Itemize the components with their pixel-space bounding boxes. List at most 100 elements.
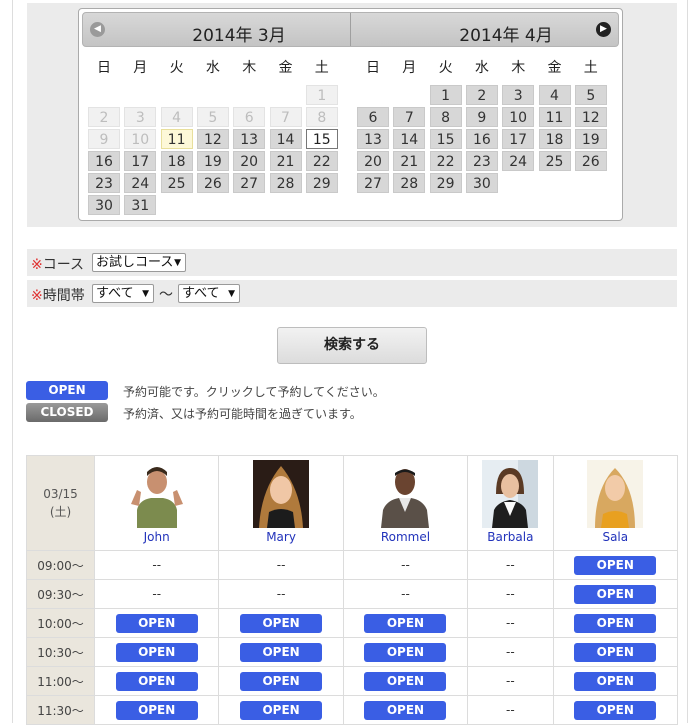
- open-slot-button-rommel[interactable]: OPEN: [364, 700, 447, 720]
- day-cell-april-29[interactable]: 29: [429, 173, 462, 193]
- day-cell-march-27[interactable]: 27: [233, 173, 266, 193]
- day-cell-april-28[interactable]: 28: [393, 173, 426, 193]
- day-cell-march-21[interactable]: 21: [269, 151, 302, 171]
- slot-cell: OPEN: [218, 637, 344, 667]
- staff-cell-barbala[interactable]: Barbala: [467, 455, 554, 551]
- day-cell-april-16[interactable]: 16: [465, 129, 498, 149]
- day-cell-april-30[interactable]: 30: [465, 173, 498, 193]
- open-slot-button-john[interactable]: OPEN: [115, 671, 198, 691]
- open-slot-button-rommel[interactable]: OPEN: [364, 613, 447, 633]
- day-cell-march-22[interactable]: 22: [305, 151, 338, 171]
- day-cell-april-23[interactable]: 23: [465, 151, 498, 171]
- slot-cell: OPEN: [93, 637, 220, 667]
- staff-photo-sala[interactable]: [587, 460, 644, 528]
- staff-photo-mary[interactable]: [253, 460, 310, 528]
- staff-cell-john[interactable]: John: [93, 455, 220, 551]
- day-cell-march-31[interactable]: 31: [124, 195, 157, 215]
- staff-name-sala[interactable]: Sala: [554, 530, 677, 544]
- day-cell-march-20[interactable]: 20: [233, 151, 266, 171]
- staff-name-barbala[interactable]: Barbala: [468, 530, 552, 544]
- unavailable-mark: --: [276, 587, 286, 601]
- day-cell-april-3[interactable]: 3: [502, 85, 535, 105]
- open-slot-button-rommel[interactable]: OPEN: [364, 642, 447, 662]
- open-slot-button-john[interactable]: OPEN: [115, 700, 198, 720]
- day-cell-april-18[interactable]: 18: [538, 129, 571, 149]
- open-slot-button-sala[interactable]: OPEN: [574, 555, 657, 575]
- search-button[interactable]: 検索する: [277, 327, 427, 364]
- day-cell-march-11[interactable]: 11: [160, 129, 193, 149]
- staff-photo-john[interactable]: [128, 460, 185, 528]
- staff-photo-rommel[interactable]: [377, 460, 434, 528]
- slot-cell: OPEN: [218, 608, 344, 638]
- day-cell-march-14[interactable]: 14: [269, 129, 302, 149]
- day-cell-april-5[interactable]: 5: [574, 85, 607, 105]
- open-slot-button-john[interactable]: OPEN: [115, 642, 198, 662]
- day-cell-march-25[interactable]: 25: [160, 173, 193, 193]
- day-cell-april-25[interactable]: 25: [538, 151, 571, 171]
- staff-cell-mary[interactable]: Mary: [218, 455, 344, 551]
- time-to-select[interactable]: すべて ▼: [178, 284, 240, 303]
- day-cell-april-22[interactable]: 22: [429, 151, 462, 171]
- open-slot-button-sala[interactable]: OPEN: [574, 642, 657, 662]
- range-tilde: 〜: [159, 287, 173, 303]
- day-cell-march-12[interactable]: 12: [196, 129, 229, 149]
- open-slot-button-mary[interactable]: OPEN: [240, 700, 323, 720]
- day-cell-april-9[interactable]: 9: [465, 107, 498, 127]
- staff-name-rommel[interactable]: Rommel: [344, 530, 467, 544]
- day-cell-april-2[interactable]: 2: [465, 85, 498, 105]
- day-cell-april-17[interactable]: 17: [502, 129, 535, 149]
- day-cell-march-15[interactable]: 15: [305, 129, 338, 149]
- day-cell-april-4[interactable]: 4: [538, 85, 571, 105]
- day-cell-april-6[interactable]: 6: [357, 107, 389, 127]
- staff-photo-barbala[interactable]: [482, 460, 539, 528]
- staff-name-john[interactable]: John: [95, 530, 218, 544]
- header-divider: [350, 13, 351, 46]
- open-slot-button-mary[interactable]: OPEN: [240, 671, 323, 691]
- day-cell-march-23[interactable]: 23: [88, 173, 120, 193]
- unavailable-mark: --: [506, 616, 515, 630]
- day-cell-april-26[interactable]: 26: [574, 151, 607, 171]
- dow-april-6: 土: [583, 60, 598, 76]
- day-cell-april-11[interactable]: 11: [538, 107, 571, 127]
- day-cell-april-15[interactable]: 15: [429, 129, 462, 149]
- prev-month-icon[interactable]: ◀: [90, 22, 105, 37]
- staff-name-mary[interactable]: Mary: [219, 530, 342, 544]
- day-cell-april-19[interactable]: 19: [574, 129, 607, 149]
- day-cell-april-10[interactable]: 10: [502, 107, 535, 127]
- day-cell-april-12[interactable]: 12: [574, 107, 607, 127]
- open-slot-button-sala[interactable]: OPEN: [574, 584, 657, 604]
- day-cell-march-29[interactable]: 29: [305, 173, 338, 193]
- staff-cell-rommel[interactable]: Rommel: [342, 455, 469, 551]
- day-cell-march-18[interactable]: 18: [160, 151, 193, 171]
- open-slot-button-sala[interactable]: OPEN: [574, 700, 657, 720]
- day-cell-march-26[interactable]: 26: [196, 173, 229, 193]
- time-from-select[interactable]: すべて ▼: [92, 284, 154, 303]
- day-cell-march-17[interactable]: 17: [124, 151, 157, 171]
- day-cell-march-28[interactable]: 28: [269, 173, 302, 193]
- day-cell-april-14[interactable]: 14: [393, 129, 426, 149]
- day-cell-march-16[interactable]: 16: [88, 151, 120, 171]
- slot-cell: OPEN: [218, 695, 344, 725]
- next-month-icon[interactable]: ▶: [596, 22, 611, 37]
- open-slot-button-sala[interactable]: OPEN: [574, 671, 657, 691]
- day-cell-april-1[interactable]: 1: [429, 85, 462, 105]
- dow-march-0: 日: [97, 60, 111, 76]
- day-cell-april-24[interactable]: 24: [502, 151, 535, 171]
- course-select[interactable]: お試しコース ▼: [92, 253, 186, 272]
- day-cell-march-30[interactable]: 30: [88, 195, 120, 215]
- open-slot-button-sala[interactable]: OPEN: [574, 613, 657, 633]
- day-cell-march-24[interactable]: 24: [124, 173, 157, 193]
- day-cell-march-19[interactable]: 19: [196, 151, 229, 171]
- day-cell-april-20[interactable]: 20: [357, 151, 389, 171]
- open-slot-button-mary[interactable]: OPEN: [240, 642, 323, 662]
- day-cell-march-13[interactable]: 13: [233, 129, 266, 149]
- day-cell-april-8[interactable]: 8: [429, 107, 462, 127]
- open-slot-button-mary[interactable]: OPEN: [240, 613, 323, 633]
- open-slot-button-john[interactable]: OPEN: [115, 613, 198, 633]
- day-cell-april-7[interactable]: 7: [393, 107, 426, 127]
- open-slot-button-rommel[interactable]: OPEN: [364, 671, 447, 691]
- staff-cell-sala[interactable]: Sala: [552, 455, 679, 551]
- day-cell-april-27[interactable]: 27: [357, 173, 389, 193]
- day-cell-april-13[interactable]: 13: [357, 129, 389, 149]
- day-cell-april-21[interactable]: 21: [393, 151, 426, 171]
